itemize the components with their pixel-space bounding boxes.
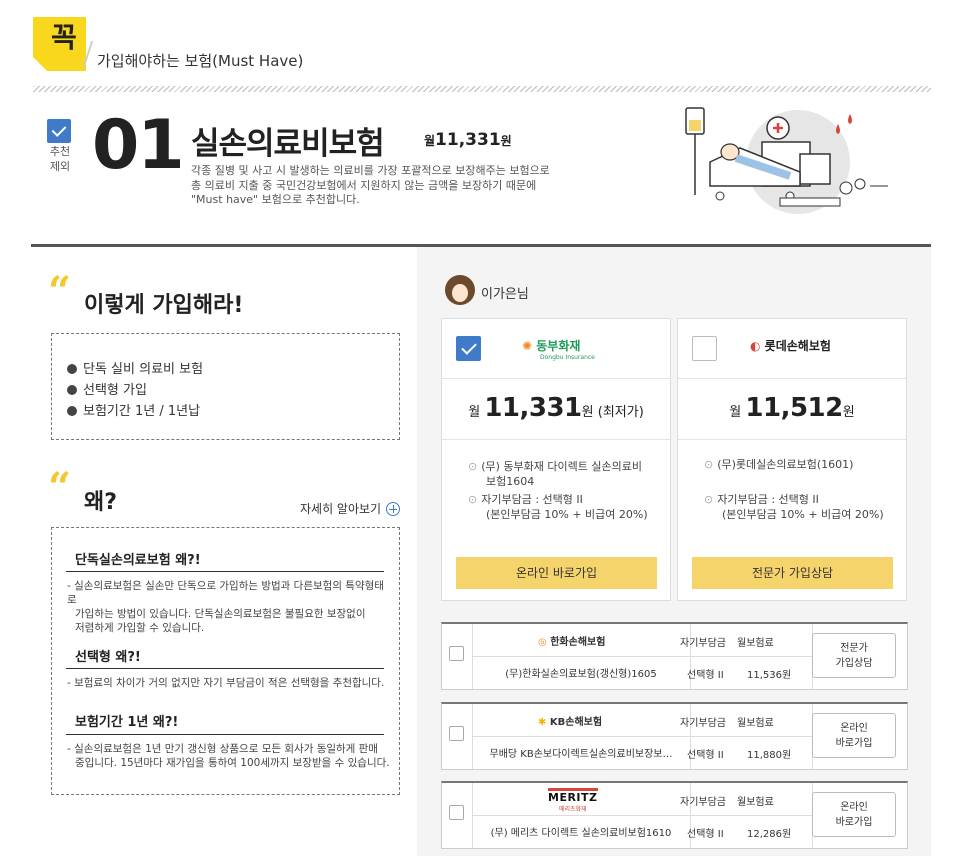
how-title: 이렇게 가입해라! <box>84 293 244 318</box>
row-header: 자기부담금 <box>680 718 726 729</box>
card-price: 월 11,512원 <box>729 393 855 423</box>
exclude-label: 추천 제외 <box>49 145 71 173</box>
why-heading: 보험기간 1년 왜?! <box>75 715 179 730</box>
how-bullet: 단독 실비 의료비 보험 <box>67 358 203 377</box>
insurance-row: ✱ KB손해보험 무배당 KB손보다이렉트실손의료비보장보… 자기부담금 월보험… <box>441 702 908 770</box>
card-checkbox[interactable] <box>456 336 481 361</box>
row-header: 자기부담금 <box>680 797 726 808</box>
insurance-row: ◎ 한화손해보험 (무)한화실손의료보험(갱신형)1605 자기부담금 월보험료… <box>441 622 908 690</box>
row-checkbox[interactable] <box>449 805 464 820</box>
why-text: - 실손의료보험은 실손만 단독으로 가입하는 방법과 다른보험의 특약형태로 … <box>67 580 384 634</box>
product-description: 각종 질병 및 사고 시 발생하는 의료비를 가장 포괄적으로 보장해주는 보험… <box>191 164 550 206</box>
online-join-button[interactable]: 온라인 바로가입 <box>456 557 657 589</box>
circle-check-icon: ⊙ <box>704 493 714 506</box>
item-number: 01 <box>92 106 185 185</box>
product-price: 월11,331원 <box>424 130 512 150</box>
plus-circle-icon[interactable] <box>386 502 400 516</box>
row-product-name: 무배당 KB손보다이렉트실손의료비보장보… <box>489 749 673 760</box>
expert-consult-button[interactable]: 전문가 가입상담 <box>812 633 896 678</box>
user-avatar <box>445 275 475 305</box>
why-text: - 보험료의 차이가 거의 없지만 자기 부담금이 적은 선택형을 추천합니다. <box>67 677 385 689</box>
hanwha-icon: ◎ <box>538 637 547 648</box>
sun-icon: ✺ <box>522 339 533 353</box>
row-deductible: 선택형 II <box>687 670 724 681</box>
lotte-icon: ◐ <box>750 339 761 353</box>
user-name: 이가은님 <box>481 287 529 302</box>
online-join-button[interactable]: 온라인 바로가입 <box>812 792 896 837</box>
must-badge: 꼭 <box>33 17 86 71</box>
why-text: - 실손의료보험은 1년 만기 갱신형 상품으로 모든 회사가 동일하게 판매 … <box>67 743 390 769</box>
card-feature: ⊙ (무) 동부화재 다이렉트 실손의료비 보험1604 <box>468 460 642 488</box>
section-title: 가입해야하는 보험(Must Have) <box>97 52 304 70</box>
insurance-card: ◐ 롯데손해보험 월 11,512원 ⊙ (무)롯데실손의료보험(1601) ⊙ 자… <box>677 318 907 601</box>
row-checkbox[interactable] <box>449 726 464 741</box>
more-link[interactable]: 자세히 알아보기 <box>300 500 381 517</box>
quote-icon: “ <box>48 268 72 315</box>
card-price: 월 11,331원 (최저가) <box>468 393 644 423</box>
why-heading: 단독실손의료보험 왜?! <box>75 553 201 568</box>
row-product-name: (무)한화실손의료보험(갱신형)1605 <box>505 669 657 680</box>
insurance-card: ✺ 동부화재 Dongbu Insurance 월 11,331원 (최저가) … <box>441 318 671 601</box>
exclude-checkbox[interactable] <box>47 119 71 143</box>
expert-consult-button[interactable]: 전문가 가입상담 <box>692 557 893 589</box>
row-header: 자기부담금 <box>680 638 726 649</box>
row-header: 월보험료 <box>737 718 774 729</box>
must-badge-label: 꼭 <box>51 21 77 54</box>
row-checkbox[interactable] <box>449 646 464 661</box>
row-header: 월보험료 <box>737 797 774 808</box>
company-logo: ✺ 동부화재 Dongbu Insurance <box>522 339 595 361</box>
circle-check-icon: ⊙ <box>468 460 478 473</box>
section-header: 꼭 가입해야하는 보험(Must Have) <box>33 17 931 89</box>
company-logo: ◎ 한화손해보험 <box>538 637 606 648</box>
quote-icon: “ <box>48 464 72 511</box>
row-product-name: (무) 메리츠 다이렉트 실손의료비보험1610 <box>490 828 672 839</box>
why-title: 왜? <box>84 490 118 515</box>
circle-check-icon: ⊙ <box>468 493 478 506</box>
card-checkbox[interactable] <box>692 336 717 361</box>
insurance-row: MERITZ 메리츠화재 (무) 메리츠 다이렉트 실손의료비보험1610 자기… <box>441 781 908 849</box>
company-logo: MERITZ 메리츠화재 <box>548 788 598 813</box>
row-deductible: 선택형 II <box>687 750 724 761</box>
kb-star-icon: ✱ <box>538 717 547 728</box>
how-bullet: 선택형 가입 <box>67 379 147 398</box>
card-feature: ⊙ 자기부담금 : 선택형 II (본인부담금 10% + 비급여 20%) <box>704 493 884 521</box>
row-deductible: 선택형 II <box>687 829 724 840</box>
why-heading: 선택형 왜?! <box>75 650 141 665</box>
company-logo: ◐ 롯데손해보험 <box>750 339 831 353</box>
company-logo: ✱ KB손해보험 <box>538 717 603 728</box>
card-feature: ⊙ (무)롯데실손의료보험(1601) <box>704 458 854 471</box>
row-premium: 12,286원 <box>747 829 792 840</box>
hospital-bed-illustration <box>685 107 888 214</box>
online-join-button[interactable]: 온라인 바로가입 <box>812 713 896 758</box>
circle-check-icon: ⊙ <box>704 458 714 471</box>
row-premium: 11,536원 <box>747 670 792 681</box>
wavy-divider <box>33 86 931 92</box>
row-premium: 11,880원 <box>747 750 792 761</box>
how-bullet: 보험기간 1년 / 1년납 <box>67 400 200 419</box>
row-header: 월보험료 <box>737 638 774 649</box>
card-feature: ⊙ 자기부담금 : 선택형 II (본인부담금 10% + 비급여 20%) <box>468 493 648 521</box>
product-title: 실손의료비보험 <box>191 126 385 162</box>
